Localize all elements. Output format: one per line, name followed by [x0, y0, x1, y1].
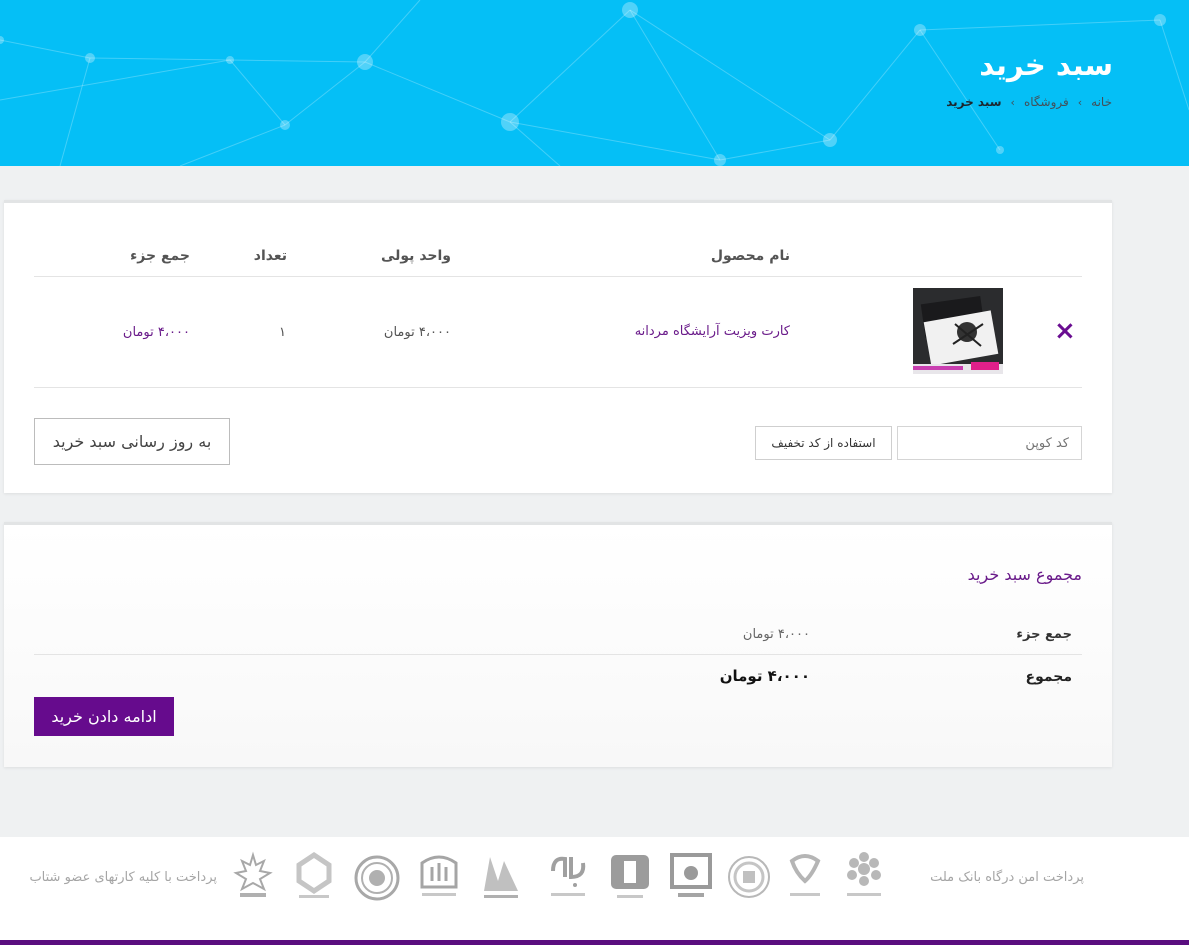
breadcrumb: خانه › فروشگاه › سبد خرید [946, 95, 1112, 109]
update-cart-button[interactable]: به روز رسانی سبد خرید [34, 418, 230, 465]
coupon-code-input[interactable] [897, 426, 1082, 460]
network-pattern-background [0, 0, 1189, 166]
business-card-image [913, 288, 1003, 374]
breadcrumb-separator-icon: › [1077, 95, 1083, 109]
bank-logo-icon [611, 855, 649, 898]
column-header-product: نام محصول [710, 248, 790, 264]
column-header-price: واحد پولی [380, 248, 451, 264]
page-header-banner: سبد خرید خانه › فروشگاه › سبد خرید [0, 0, 1189, 166]
total-label: مجموع [1025, 669, 1072, 685]
divider [34, 387, 1082, 388]
cart-table-card: نام محصول واحد پولی تعداد جمع جزء × کارت… [4, 200, 1112, 493]
bank-logo-icon [354, 855, 400, 901]
bank-logo-icon [728, 856, 770, 898]
subtotal-value: ۴،۰۰۰ تومان [742, 627, 810, 642]
product-subtotal: ۴،۰۰۰ تومان [122, 325, 190, 340]
column-header-quantity: تعداد [253, 248, 287, 264]
total-value: ۴،۰۰۰ تومان [719, 667, 810, 685]
divider [34, 654, 1082, 655]
bank-logo-icon [233, 851, 273, 897]
product-quantity[interactable]: ۱ [279, 325, 286, 340]
product-name-link[interactable]: کارت ویزیت آرایشگاه مردانه [635, 324, 790, 339]
column-header-subtotal: جمع جزء [130, 248, 190, 264]
divider [34, 276, 1082, 277]
breadcrumb-current: سبد خرید [946, 95, 1002, 109]
bank-logo-icon [420, 855, 458, 896]
shetab-cards-text: پرداخت با کلیه کارتهای عضو شتاب [29, 870, 217, 885]
cart-totals-title: مجموع سبد خرید [967, 565, 1082, 584]
subtotal-label: جمع جزء [1016, 627, 1072, 642]
bank-logo-icon [670, 853, 712, 897]
bank-logo-icon [789, 854, 821, 896]
product-price: ۴،۰۰۰ تومان [383, 325, 451, 340]
product-thumbnail[interactable] [913, 288, 1003, 374]
proceed-to-checkout-button[interactable]: ادامه دادن خرید [34, 697, 174, 736]
remove-item-button[interactable]: × [1054, 318, 1076, 344]
breadcrumb-separator-icon: › [1010, 95, 1015, 109]
apply-coupon-button[interactable]: استفاده از کد تخفیف [755, 426, 892, 460]
page-title: سبد خرید [979, 48, 1113, 82]
cart-totals-card: مجموع سبد خرید جمع جزء ۴،۰۰۰ تومان مجموع… [4, 522, 1112, 767]
breadcrumb-home-link[interactable]: خانه [1091, 95, 1112, 109]
bank-logo-icon [484, 857, 518, 898]
bank-logo-icon [296, 851, 332, 898]
footer-accent-bar [0, 940, 1189, 945]
bank-logo-icon [847, 852, 881, 896]
payment-footer: پرداخت امن درگاه بانک ملت پرداخت با کلیه… [0, 837, 1189, 940]
breadcrumb-shop-link[interactable]: فروشگاه [1024, 95, 1069, 109]
secure-payment-text: پرداخت امن درگاه بانک ملت [930, 870, 1084, 885]
bank-logo-icon [551, 856, 586, 896]
